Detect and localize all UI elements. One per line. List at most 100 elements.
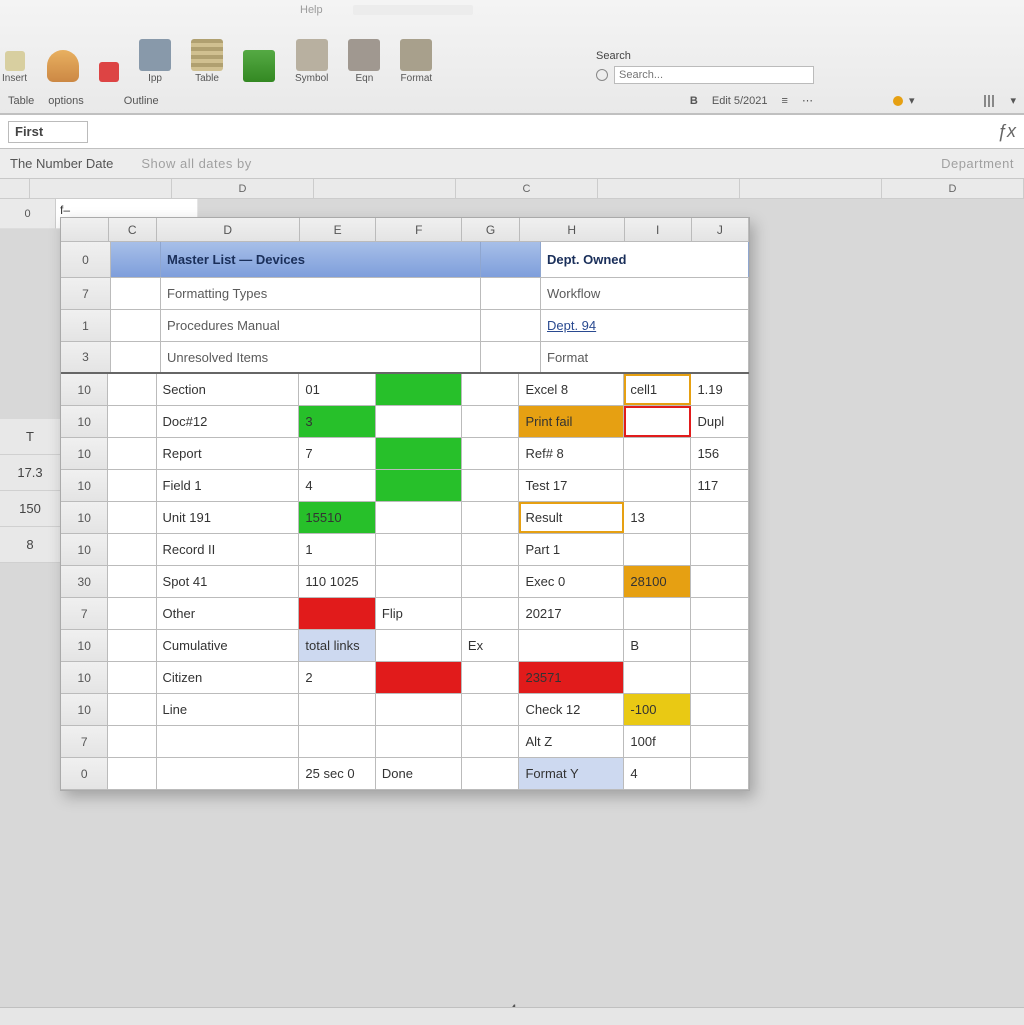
cell[interactable] xyxy=(462,470,520,501)
ws-row-hdr[interactable]: 10 xyxy=(61,406,108,437)
cell[interactable]: Result xyxy=(519,502,624,533)
outer-row-hdr[interactable]: 17.3 xyxy=(0,455,60,491)
cell[interactable] xyxy=(624,534,691,565)
cell[interactable] xyxy=(691,502,749,533)
cell[interactable]: Unresolved Items xyxy=(161,342,481,372)
cell[interactable] xyxy=(481,242,541,277)
cell[interactable]: Ref# 8 xyxy=(519,438,624,469)
ws-corner[interactable] xyxy=(61,218,109,241)
cell[interactable]: 110 1025 xyxy=(299,566,376,597)
cell[interactable] xyxy=(299,694,376,725)
ws-row-hdr[interactable]: 10 xyxy=(61,534,108,565)
cell[interactable]: Section xyxy=(157,374,300,405)
cell[interactable]: cell1 xyxy=(624,374,691,405)
cell[interactable]: Format xyxy=(541,342,749,372)
cell[interactable] xyxy=(111,278,161,309)
search-input[interactable] xyxy=(614,66,814,84)
cell[interactable] xyxy=(376,406,462,437)
ws-col[interactable]: F xyxy=(376,218,462,241)
cell[interactable] xyxy=(108,694,156,725)
cell[interactable] xyxy=(376,694,462,725)
cell[interactable] xyxy=(481,310,541,341)
cell[interactable]: Flip xyxy=(376,598,462,629)
cell[interactable] xyxy=(624,406,691,437)
cell[interactable] xyxy=(111,342,161,372)
ws-row-hdr[interactable]: 10 xyxy=(61,470,108,501)
ribbon-btn-3[interactable] xyxy=(99,62,119,84)
cell[interactable] xyxy=(691,566,749,597)
cell[interactable] xyxy=(376,566,462,597)
ws-col[interactable]: E xyxy=(300,218,376,241)
cell[interactable] xyxy=(376,374,462,405)
cell[interactable]: 1.19 xyxy=(691,374,749,405)
outer-col[interactable] xyxy=(30,179,172,198)
cell[interactable]: 1 xyxy=(299,534,376,565)
cell[interactable] xyxy=(691,726,749,757)
cell[interactable]: total links xyxy=(299,630,376,661)
cell[interactable] xyxy=(108,566,156,597)
outer-row-hdr[interactable]: 0 xyxy=(0,199,56,229)
cell[interactable]: 100f xyxy=(624,726,691,757)
cell[interactable]: Exec 0 xyxy=(519,566,624,597)
cell[interactable]: 3 xyxy=(299,406,376,437)
grid-icon[interactable] xyxy=(984,95,996,107)
ws-col[interactable]: I xyxy=(625,218,692,241)
ws-col[interactable]: C xyxy=(109,218,157,241)
ws-row-hdr[interactable]: 1 xyxy=(61,310,111,341)
cell[interactable]: 117 xyxy=(691,470,749,501)
cell[interactable] xyxy=(299,726,376,757)
select-all-corner[interactable] xyxy=(0,179,30,198)
cell[interactable]: Procedures Manual xyxy=(161,310,481,341)
filter-mid[interactable]: Show all dates by xyxy=(141,156,251,171)
cell[interactable] xyxy=(624,470,691,501)
cell[interactable]: 4 xyxy=(299,470,376,501)
cell[interactable] xyxy=(462,694,520,725)
cell[interactable]: 23571 xyxy=(519,662,624,693)
chevron-down-icon[interactable]: ▾ xyxy=(1010,94,1016,107)
fx-icon[interactable]: ƒx xyxy=(997,121,1016,142)
bold-icon[interactable]: B xyxy=(690,95,698,107)
ws-col[interactable]: D xyxy=(157,218,300,241)
cell[interactable]: 15510 xyxy=(299,502,376,533)
cell[interactable] xyxy=(157,726,300,757)
cell[interactable]: Alt Z xyxy=(519,726,624,757)
outer-col[interactable] xyxy=(314,179,456,198)
cell[interactable] xyxy=(108,726,156,757)
cell[interactable] xyxy=(376,662,462,693)
ribbon-btn-2[interactable] xyxy=(47,50,79,84)
name-box[interactable]: First xyxy=(8,121,88,143)
cell[interactable] xyxy=(624,438,691,469)
cell[interactable] xyxy=(462,726,520,757)
cell[interactable]: Unit 191 xyxy=(157,502,300,533)
cell[interactable]: 4 xyxy=(624,758,691,789)
cell[interactable] xyxy=(108,534,156,565)
cell[interactable]: Report xyxy=(157,438,300,469)
cell[interactable]: Dupl xyxy=(691,406,749,437)
cell[interactable] xyxy=(462,598,520,629)
ws-row-hdr[interactable]: 10 xyxy=(61,502,108,533)
cell[interactable] xyxy=(481,278,541,309)
cell[interactable] xyxy=(624,598,691,629)
cell[interactable]: Done xyxy=(376,758,462,789)
ws-row-hdr[interactable]: 7 xyxy=(61,726,108,757)
cell[interactable] xyxy=(111,242,161,277)
ws-row-hdr[interactable]: 3 xyxy=(61,342,111,372)
cell[interactable] xyxy=(691,534,749,565)
outer-col[interactable]: C xyxy=(456,179,598,198)
outer-col[interactable] xyxy=(740,179,882,198)
cell[interactable] xyxy=(691,758,749,789)
cell[interactable] xyxy=(462,438,520,469)
cell[interactable]: 7 xyxy=(299,438,376,469)
ws-row-hdr[interactable]: 7 xyxy=(61,278,111,309)
cell[interactable] xyxy=(111,310,161,341)
cell[interactable] xyxy=(108,470,156,501)
ws-row-hdr[interactable]: 0 xyxy=(61,242,111,277)
cell[interactable] xyxy=(481,342,541,372)
cell[interactable] xyxy=(691,662,749,693)
align-icon[interactable]: ≡ xyxy=(782,95,788,107)
cell[interactable] xyxy=(691,598,749,629)
cell[interactable]: 13 xyxy=(624,502,691,533)
cell[interactable]: Field 1 xyxy=(157,470,300,501)
cell[interactable] xyxy=(376,630,462,661)
cell[interactable]: Doc#12 xyxy=(157,406,300,437)
